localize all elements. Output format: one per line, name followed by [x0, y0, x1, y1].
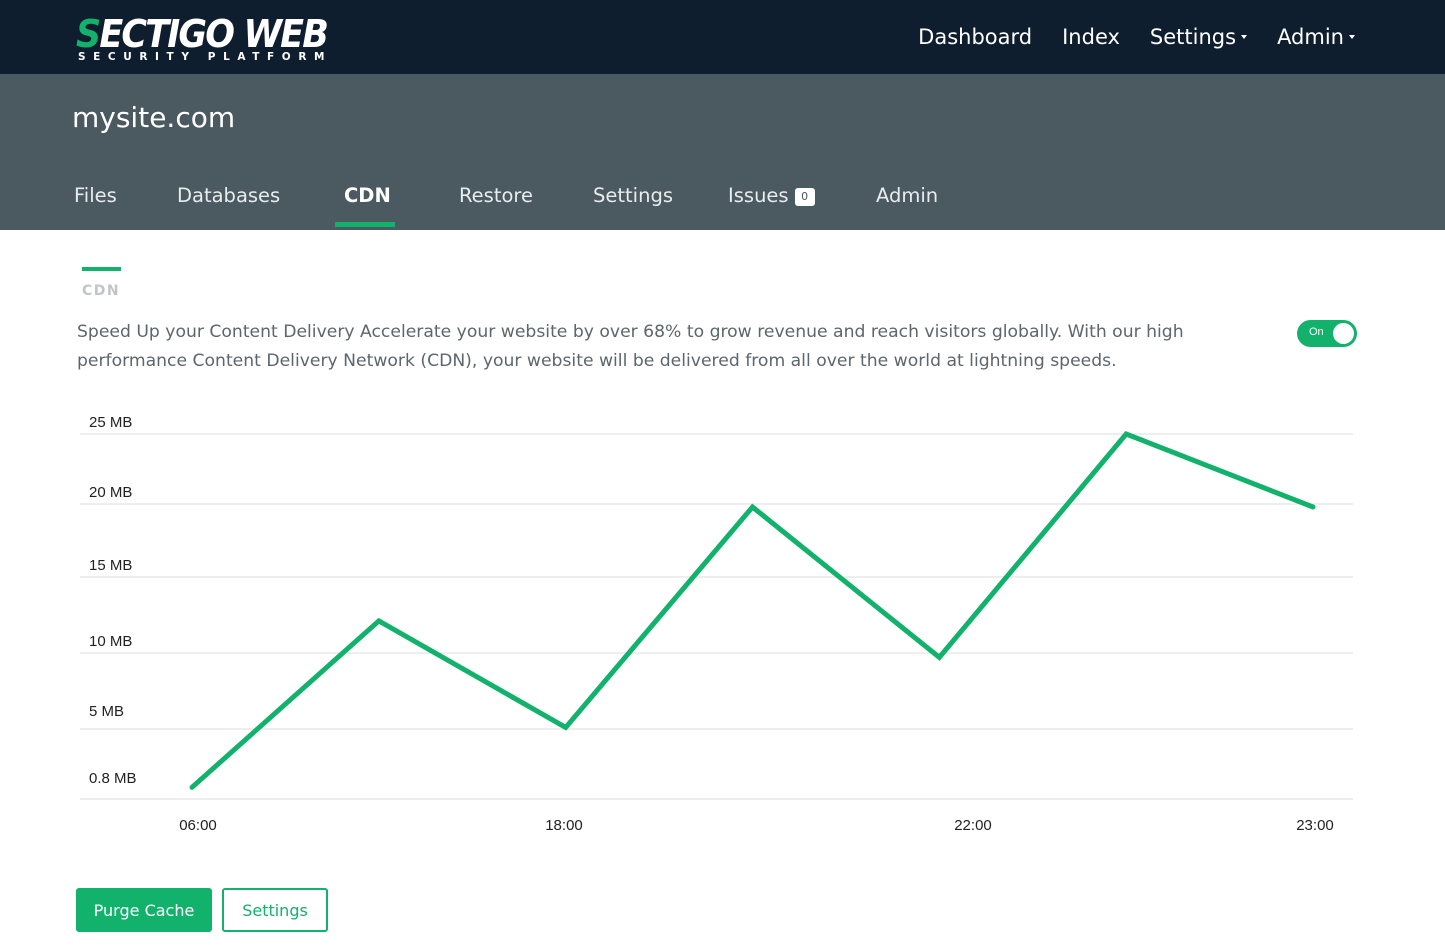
- tab-admin-label: Admin: [876, 184, 939, 207]
- tab-settings-label: Settings: [593, 184, 673, 207]
- issues-count-badge: 0: [794, 188, 815, 206]
- nav-dashboard-label: Dashboard: [918, 25, 1033, 49]
- caret-down-icon: [1241, 35, 1248, 39]
- cdn-settings-button[interactable]: Settings: [222, 888, 328, 932]
- tab-cdn-label: CDN: [344, 184, 391, 207]
- tab-files-label: Files: [74, 184, 117, 207]
- tab-issues-label: Issues: [728, 184, 789, 207]
- cdn-description: Speed Up your Content Delivery Accelerat…: [77, 322, 1184, 371]
- nav-dashboard[interactable]: Dashboard: [918, 25, 1032, 49]
- x-axis-tick-label: 23:00: [1296, 817, 1334, 834]
- y-axis-tick-label: 25 MB: [89, 414, 132, 431]
- series-line: [189, 431, 1316, 790]
- logo-wordmark: SECTIGO WEB: [76, 12, 329, 56]
- logo-s-letter: S: [76, 12, 101, 56]
- tab-admin[interactable]: Admin: [876, 184, 938, 207]
- section-heading: CDN: [82, 283, 121, 299]
- toggle-state-label: On: [1309, 326, 1324, 338]
- tab-cdn[interactable]: CDN: [344, 184, 391, 207]
- nav-admin-label: Admin: [1277, 25, 1344, 49]
- x-axis-tick-label: 18:00: [545, 817, 583, 834]
- tab-databases[interactable]: Databases: [177, 184, 280, 207]
- site-header: mysite.com Files Databases CDN Restore S…: [0, 74, 1445, 230]
- section-accent-bar: [82, 267, 121, 271]
- logo-main-text: ECTIGO WEB: [99, 12, 329, 56]
- tab-restore[interactable]: Restore: [459, 184, 533, 207]
- x-axis-tick-label: 22:00: [954, 817, 992, 834]
- y-axis-tick-label: 20 MB: [89, 484, 132, 501]
- purge-cache-button[interactable]: Purge Cache: [76, 888, 212, 932]
- tab-restore-label: Restore: [459, 184, 533, 207]
- nav-index[interactable]: Index: [1062, 25, 1120, 49]
- caret-down-icon: [1349, 35, 1355, 39]
- nav-settings-dropdown[interactable]: Settings: [1149, 25, 1248, 49]
- y-axis-tick-label: 0.8 MB: [89, 770, 137, 787]
- tab-databases-label: Databases: [177, 184, 281, 207]
- x-axis-tick-label: 06:00: [179, 817, 217, 834]
- tab-settings[interactable]: Settings: [593, 184, 673, 207]
- logo-subtitle: SECURITY PLATFORM: [78, 51, 333, 63]
- nav-index-label: Index: [1062, 25, 1120, 49]
- top-nav-menu: Dashboard Index Settings Admin: [888, 0, 1355, 74]
- active-tab-indicator: [335, 222, 395, 227]
- y-axis-tick-label: 10 MB: [89, 633, 132, 650]
- y-axis-tick-label: 5 MB: [89, 703, 124, 720]
- sectigo-web-logo[interactable]: SECTIGO WEB SECURITY PLATFORM: [76, 12, 329, 66]
- cdn-toggle-switch[interactable]: On: [1297, 320, 1357, 347]
- top-navbar: SECTIGO WEB SECURITY PLATFORM Dashboard …: [0, 0, 1445, 74]
- toggle-knob: [1333, 323, 1354, 344]
- tab-files[interactable]: Files: [74, 184, 117, 207]
- nav-settings-label: Settings: [1149, 25, 1237, 49]
- nav-admin-dropdown[interactable]: Admin: [1277, 25, 1355, 49]
- tab-issues[interactable]: Issues 0: [728, 184, 815, 207]
- y-axis-tick-label: 15 MB: [89, 557, 132, 574]
- site-tabs: Files Databases CDN Restore Settings Iss…: [0, 74, 1445, 230]
- bandwidth-line-chart: 25 MB 20 MB 15 MB 10 MB 5 MB 0.8 MB 06:00 18:00…: [80, 414, 1353, 834]
